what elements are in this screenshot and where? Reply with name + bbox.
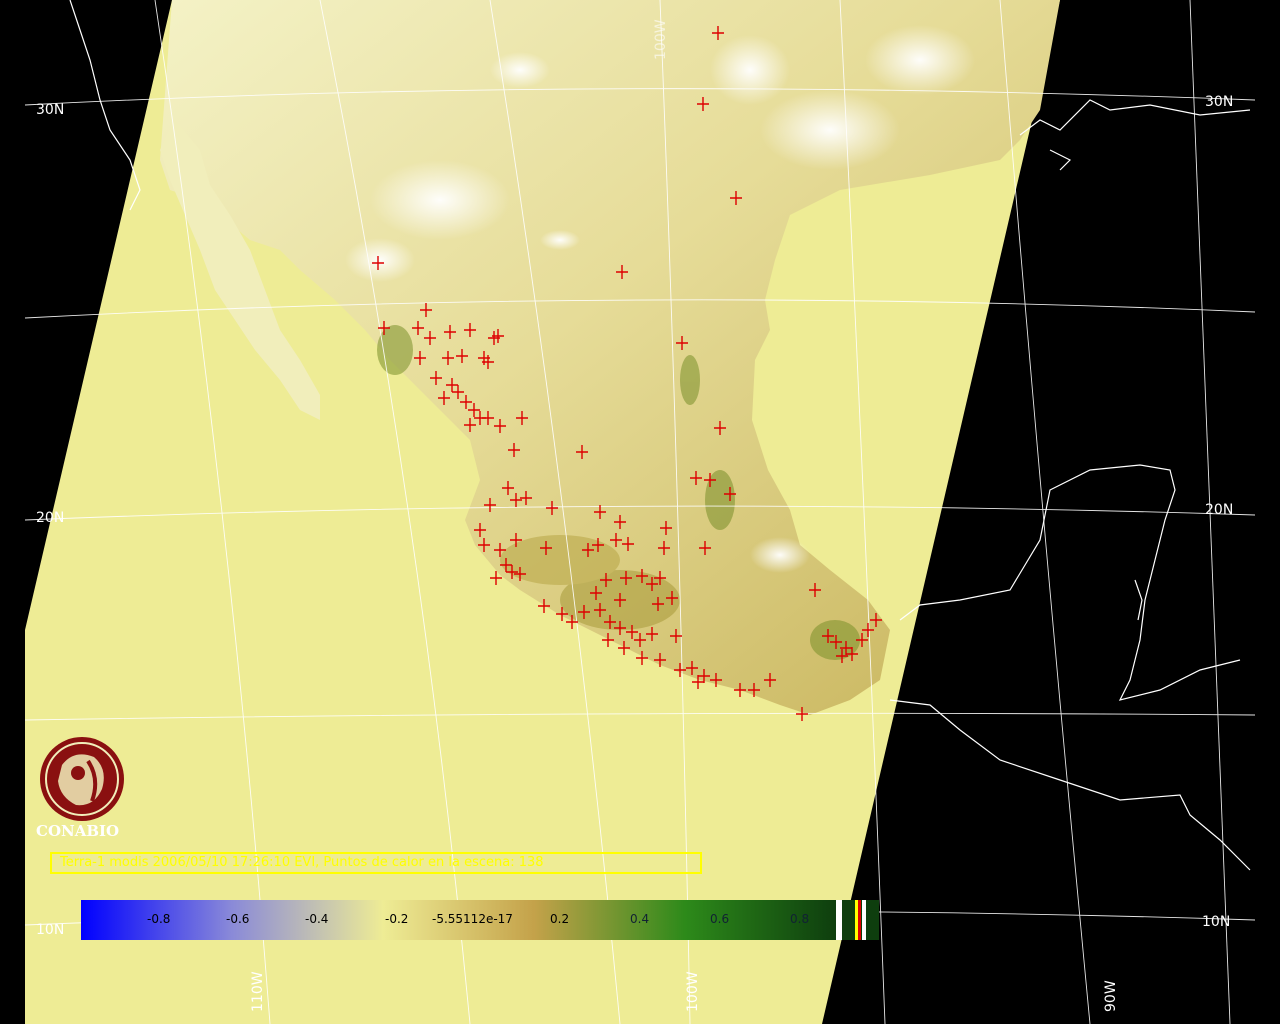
lat-label-20n-right: 20N [1205,502,1233,518]
colorbar-tick-label: -0.8 [147,912,171,926]
lat-label-10n-left: 10N [36,922,64,938]
lat-label-20n-left: 20N [36,510,64,526]
colorbar-tick-label: -0.4 [305,912,329,926]
swatch-other [862,900,866,940]
lat-label-30n-left: 30N [36,102,64,118]
lon-label-100w: 100W [685,971,701,1012]
lat-label-10n-right: 10N [1202,914,1230,930]
colorbar-tick-label: -5.55112e-17 [432,912,513,926]
scene-caption: Terra-1 modis 2006/05/10 17:26:10 EVI, P… [50,852,702,874]
lon-label-100w-top: 100W [653,19,669,60]
conabio-logo [40,737,124,821]
colorbar-legend-swatches [836,900,879,940]
colorbar-tick-label: -0.6 [226,912,250,926]
swatch-cloud [836,900,842,940]
lat-label-30n-right: 30N [1205,94,1233,110]
lon-label-90w: 90W [1103,980,1119,1012]
logo-text: CONABIO [36,822,120,840]
colorbar-tick-label: 0.6 [710,912,730,926]
colorbar-tick-label: 0.4 [630,912,650,926]
lon-label-110w: 110W [250,971,266,1012]
colorbar-tick-label: 0.2 [550,912,570,926]
colorbar-tick-label: 0.8 [790,912,810,926]
colorbar-tick-label: -0.2 [385,912,409,926]
swatch-hotspot [858,900,861,940]
